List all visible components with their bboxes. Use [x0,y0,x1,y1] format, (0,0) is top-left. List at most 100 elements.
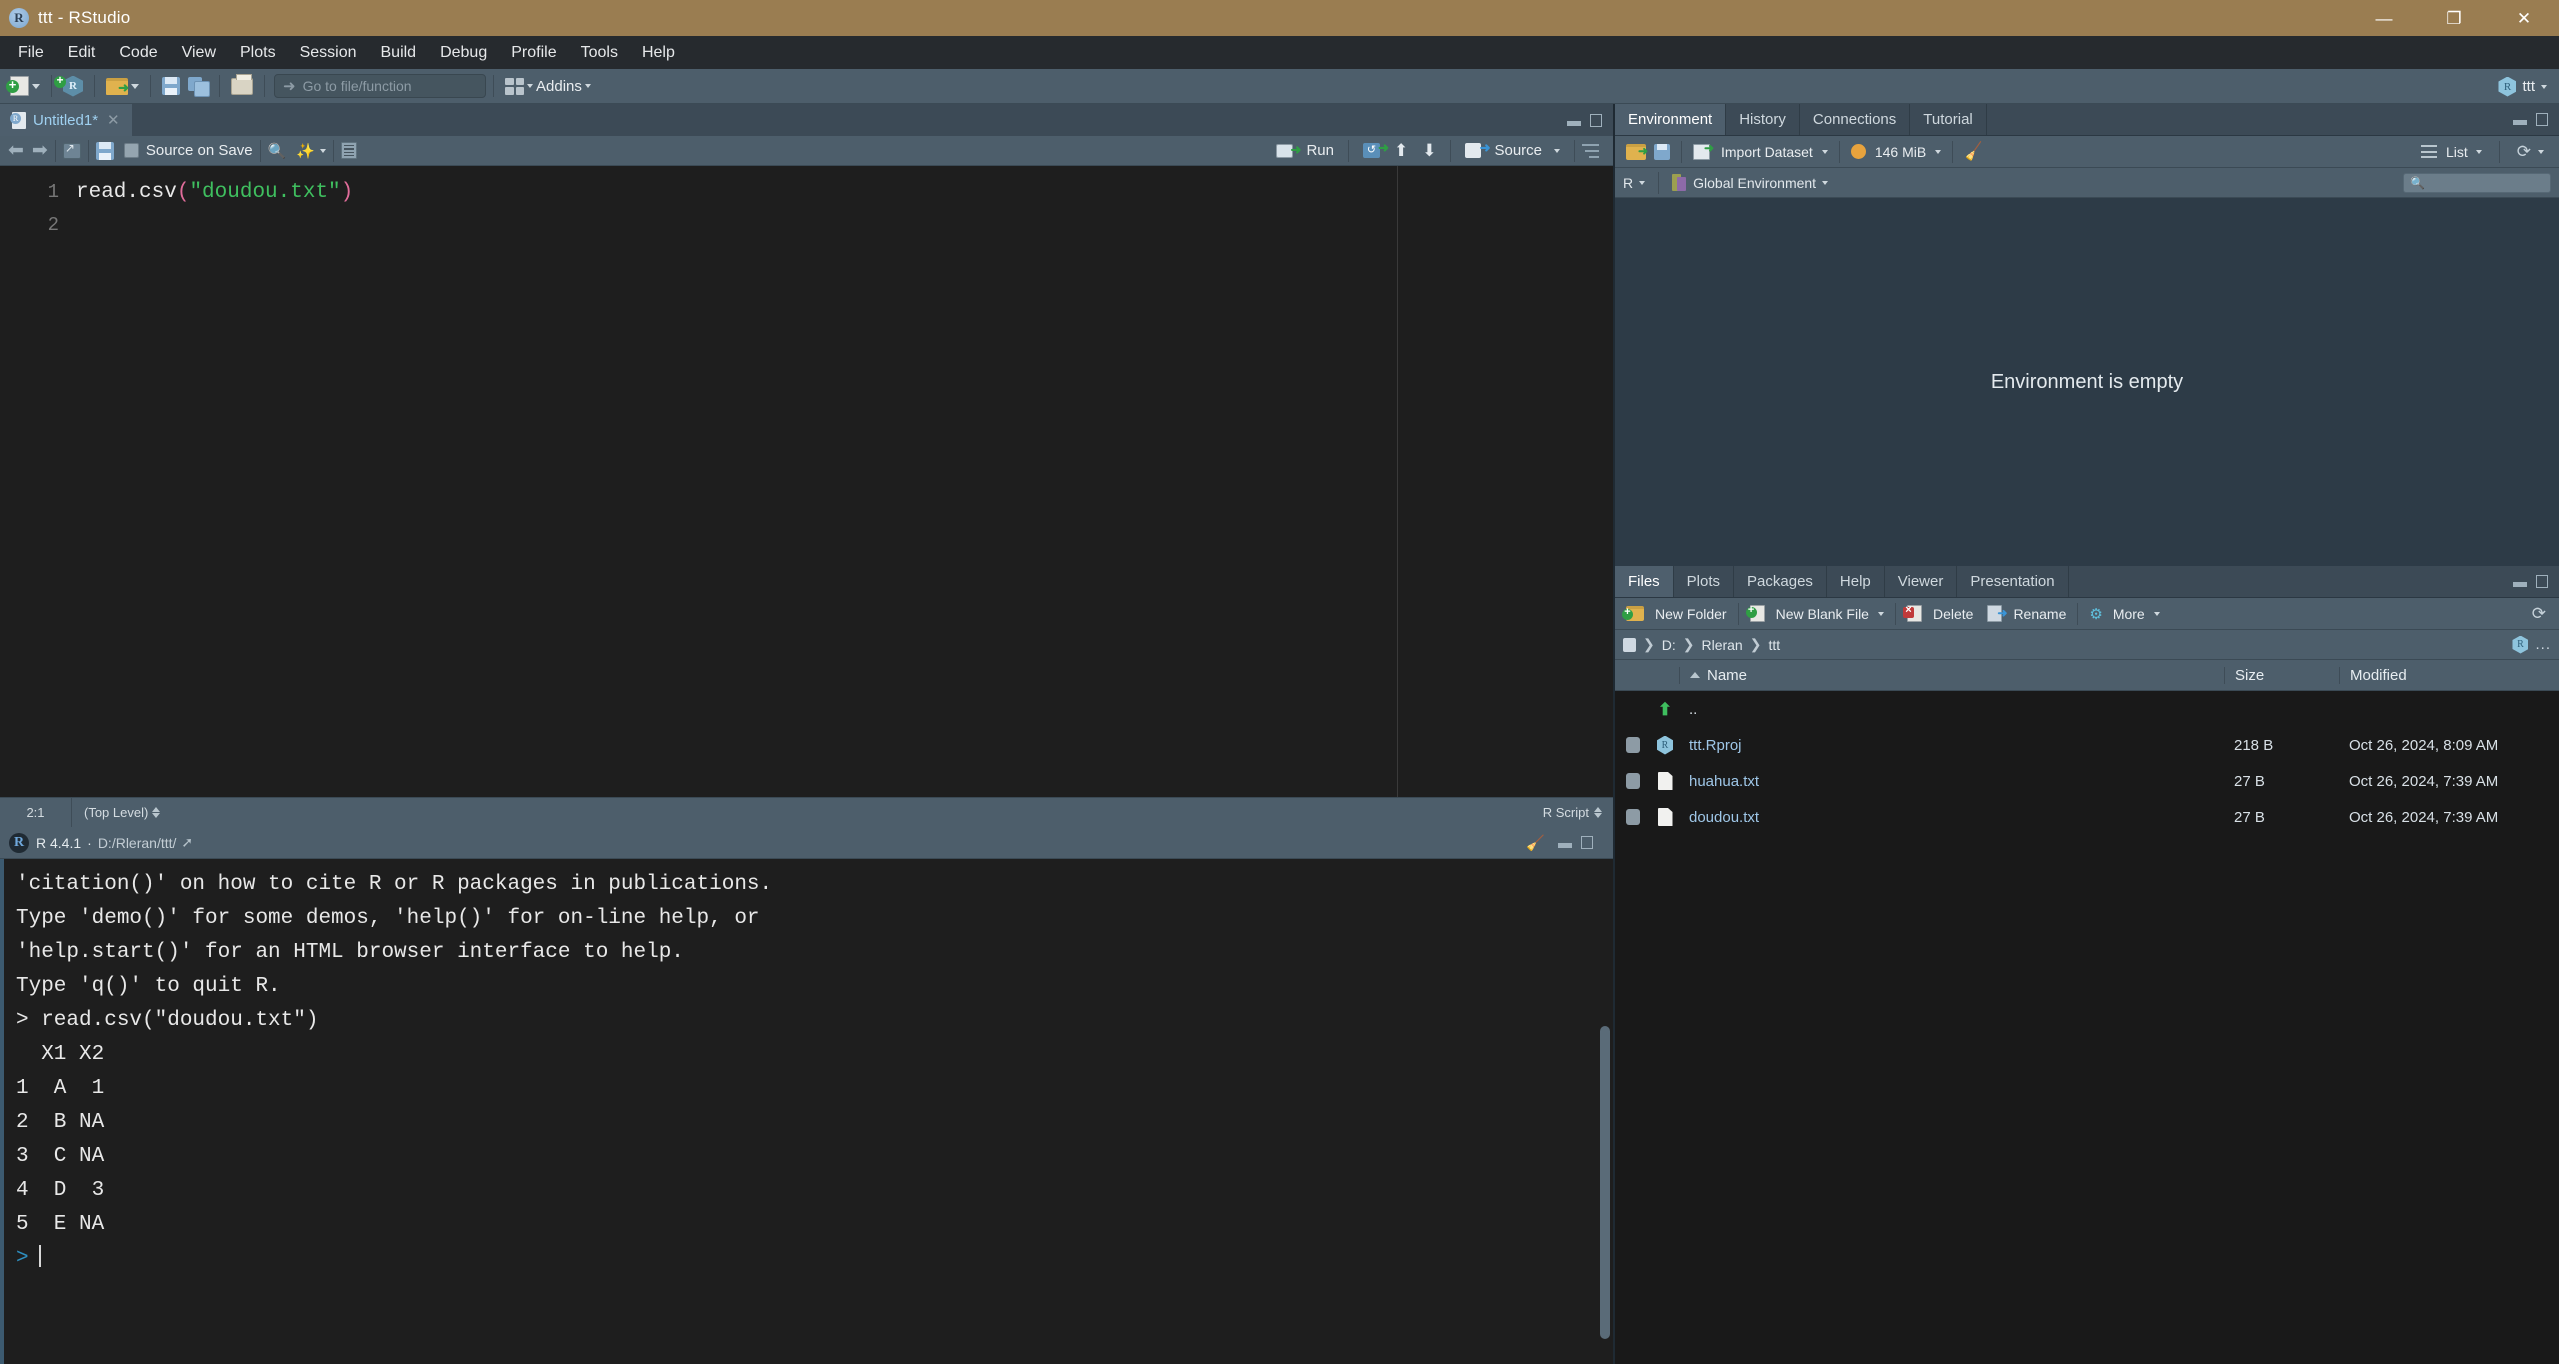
minimize-panel-icon[interactable] [2513,114,2527,125]
print-button[interactable] [227,73,257,97]
save-icon[interactable] [95,141,114,160]
compile-report-icon[interactable] [340,142,357,159]
menu-view[interactable]: View [170,40,228,66]
menu-debug[interactable]: Debug [428,40,499,66]
working-directory-path[interactable]: D:/Rleran/ttt/ [98,835,177,851]
minimize-panel-icon[interactable] [2513,576,2527,587]
source-on-save-checkbox[interactable] [123,143,139,158]
back-arrow-icon[interactable]: ⬅ [8,141,24,160]
scope-selector[interactable]: (Top Level) [72,798,172,827]
next-chunk-button[interactable]: ⬇ [1415,140,1443,161]
breadcrumb-folder[interactable]: Rleran [1701,637,1742,653]
menu-build[interactable]: Build [369,40,429,66]
import-dataset-button[interactable]: Import Dataset [1689,141,1832,162]
addins-button[interactable]: Addins [501,76,595,97]
minimize-panel-icon[interactable] [1567,115,1581,126]
more-options-icon[interactable]: ... [2535,636,2551,653]
column-header-modified[interactable]: Modified [2339,666,2559,684]
tab-tutorial[interactable]: Tutorial [1910,104,1987,135]
menu-file[interactable]: File [6,40,56,66]
run-button[interactable]: Run [1269,140,1341,161]
magic-wand-icon[interactable]: ✨ [296,142,315,160]
menu-edit[interactable]: Edit [56,40,108,66]
rename-button[interactable]: Rename [1983,603,2070,624]
tab-viewer[interactable]: Viewer [1885,566,1958,597]
file-name[interactable]: huahua.txt [1679,773,2224,790]
row-checkbox[interactable] [1626,809,1640,825]
environment-search-input[interactable]: 🔍 [2403,172,2551,193]
load-workspace-button[interactable] [1622,142,1650,162]
file-name[interactable]: .. [1679,701,2224,718]
save-button[interactable] [158,75,184,97]
r-project-icon[interactable]: R [2512,635,2529,654]
open-file-button[interactable] [102,76,143,97]
refresh-environment-button[interactable]: ⟳ [2513,140,2548,164]
tab-environment[interactable]: Environment [1615,104,1727,135]
new-blank-file-button[interactable]: New Blank File [1745,603,1888,624]
source-button[interactable]: Source [1458,140,1567,161]
new-project-button[interactable]: R [54,74,87,99]
file-type-selector[interactable]: R Script [1543,805,1613,820]
file-name[interactable]: ttt.Rproj [1679,737,2224,754]
row-checkbox[interactable] [1626,773,1640,789]
table-row[interactable]: doudou.txt 27 B Oct 26, 2024, 7:39 AM [1615,799,2559,835]
new-folder-button[interactable]: New Folder [1622,604,1731,624]
console-scrollbar[interactable] [1600,1025,1610,1339]
table-row[interactable]: ⬆ .. [1615,691,2559,727]
magnifier-icon[interactable]: 🔍 [268,142,287,160]
more-button[interactable]: ⚙ More [2085,603,2163,625]
row-checkbox[interactable] [1626,737,1640,753]
tab-files[interactable]: Files [1615,566,1674,597]
popout-icon[interactable]: ➚ [181,834,193,851]
row-checkbox-cell[interactable] [1615,773,1651,789]
menu-session[interactable]: Session [288,40,369,66]
document-outline-icon[interactable] [1582,143,1599,158]
memory-usage-button[interactable]: 146 MiB [1847,142,1945,162]
maximize-panel-icon[interactable] [1581,836,1593,849]
row-checkbox-cell[interactable] [1615,737,1651,753]
breadcrumb-drive[interactable]: D: [1662,637,1676,653]
minimize-button[interactable]: — [2349,0,2419,36]
previous-chunk-button[interactable]: ⬆ [1387,140,1415,161]
refresh-icon[interactable]: ⟳ [2532,604,2546,624]
goto-file-function-input[interactable]: ➜ Go to file/function [274,74,486,98]
close-button[interactable]: ✕ [2489,0,2559,36]
home-folder-icon[interactable] [1623,637,1636,652]
tab-help[interactable]: Help [1827,566,1885,597]
chevron-down-icon[interactable] [319,148,326,153]
table-row[interactable]: huahua.txt 27 B Oct 26, 2024, 7:39 AM [1615,763,2559,799]
menu-help[interactable]: Help [630,40,687,66]
tab-presentation[interactable]: Presentation [1957,566,2069,597]
chevron-down-icon[interactable] [1822,180,1829,185]
source-tab-untitled1[interactable]: Untitled1* ✕ [0,104,132,136]
row-checkbox-cell[interactable] [1615,809,1651,825]
new-file-button[interactable] [6,74,44,98]
forward-arrow-icon[interactable]: ➡ [32,141,48,160]
tab-plots[interactable]: Plots [1674,566,1735,597]
environment-view-button[interactable]: List [2417,142,2486,162]
clear-environment-button[interactable]: 🧹 [1960,140,1988,164]
breadcrumb-current[interactable]: ttt [1768,637,1780,653]
column-header-size[interactable]: Size [2224,666,2339,684]
tab-history[interactable]: History [1726,104,1800,135]
maximize-panel-icon[interactable] [2536,113,2548,126]
console-output[interactable]: 'citation()' on how to cite R or R packa… [0,859,1613,1364]
environment-name-label[interactable]: Global Environment [1693,175,1816,191]
project-selector[interactable]: R ttt [2494,69,2551,104]
maximize-button[interactable]: ❐ [2419,0,2489,36]
maximize-panel-icon[interactable] [2536,575,2548,588]
code-content[interactable]: read.csv("doudou.txt") [72,166,1613,797]
tab-packages[interactable]: Packages [1734,566,1827,597]
menu-code[interactable]: Code [107,40,169,66]
broom-icon[interactable]: 🧹 [1526,834,1545,852]
menu-plots[interactable]: Plots [228,40,288,66]
save-workspace-button[interactable] [1650,142,1674,162]
table-row[interactable]: R ttt.Rproj 218 B Oct 26, 2024, 8:09 AM [1615,727,2559,763]
menu-profile[interactable]: Profile [499,40,568,66]
chevron-down-icon[interactable] [1639,180,1646,185]
console-prompt-line[interactable]: > [16,1242,1613,1276]
rerun-button[interactable]: ↺ [1356,140,1389,160]
popout-window-icon[interactable] [62,141,81,159]
delete-button[interactable]: Delete [1902,603,1977,624]
language-selector-label[interactable]: R [1623,175,1633,191]
